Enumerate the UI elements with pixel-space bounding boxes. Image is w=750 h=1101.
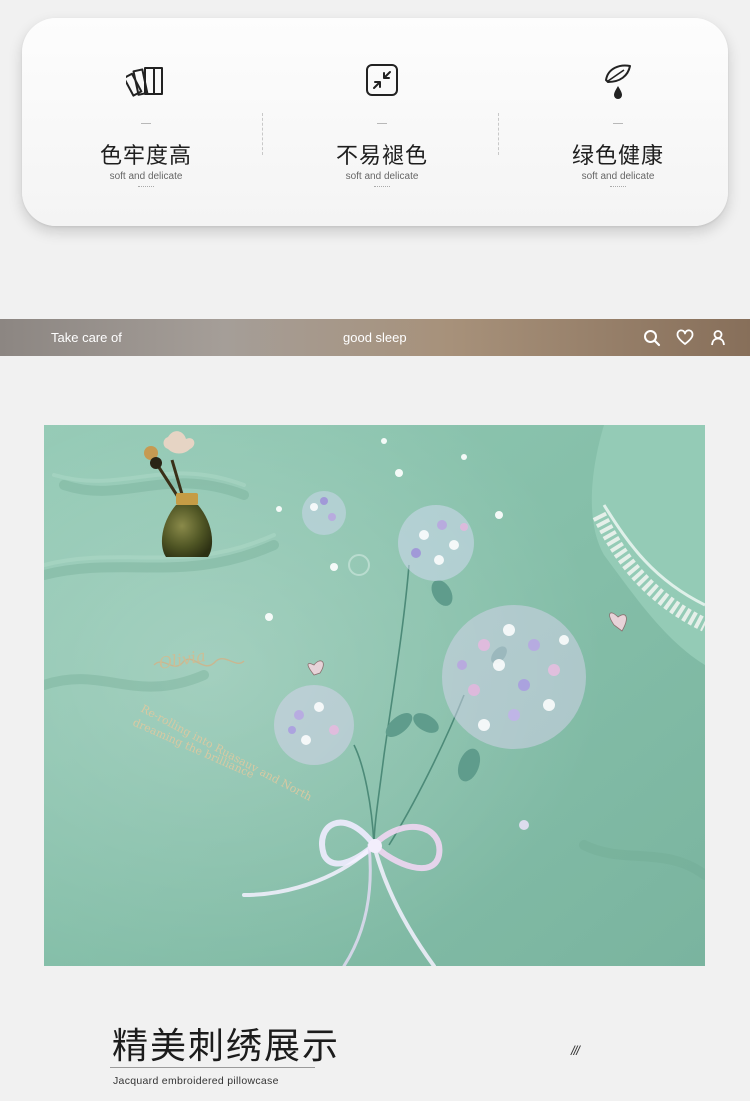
banner-left-text: Take care of bbox=[51, 330, 122, 345]
embroidered-bedding-image: Re-rolling into Ruasauv and North dreami… bbox=[44, 425, 705, 966]
feature-title: 绿色健康 bbox=[571, 144, 664, 169]
feature-subtitle: soft and delicate bbox=[109, 171, 183, 182]
feature-subtitle: soft and delicate bbox=[581, 171, 655, 182]
tick-mark bbox=[141, 123, 151, 124]
feature-subtitle: soft and delicate bbox=[345, 171, 419, 182]
dot-divider bbox=[138, 186, 154, 187]
feature-title: 不易褪色 bbox=[335, 144, 428, 169]
dot-divider bbox=[374, 186, 390, 187]
banner-center-text: good sleep bbox=[343, 330, 407, 345]
dot-divider bbox=[610, 186, 626, 187]
slash-decoration: /// bbox=[571, 1043, 580, 1058]
leaf-drop-icon bbox=[605, 64, 631, 99]
shrink-arrows-icon bbox=[366, 64, 398, 96]
user-icon[interactable] bbox=[709, 329, 727, 347]
feature-green-healthy: 绿色健康 soft and delicate bbox=[500, 18, 736, 226]
search-icon[interactable] bbox=[643, 329, 661, 347]
product-photo: Re-rolling into Ruasauv and North dreami… bbox=[44, 425, 705, 966]
header-banner: Take care of good sleep bbox=[0, 319, 750, 356]
tick-mark bbox=[613, 123, 623, 124]
column-divider bbox=[498, 113, 499, 155]
section-title: 精美刺绣展示 bbox=[112, 1026, 341, 1067]
tick-mark bbox=[377, 123, 387, 124]
heart-icon[interactable] bbox=[676, 329, 694, 347]
color-swatch-icon bbox=[126, 67, 163, 97]
feature-title: 色牢度高 bbox=[99, 144, 192, 169]
section-subtitle: Jacquard embroidered pillowcase bbox=[113, 1075, 279, 1087]
feature-color-fastness: 色牢度高 soft and delicate bbox=[28, 18, 264, 226]
column-divider bbox=[262, 113, 263, 155]
feature-fade-resistant: 不易褪色 soft and delicate bbox=[264, 18, 500, 226]
feature-card: 色牢度高 soft and delicate 不易褪色 soft and del… bbox=[22, 18, 728, 226]
title-underline bbox=[110, 1067, 315, 1068]
